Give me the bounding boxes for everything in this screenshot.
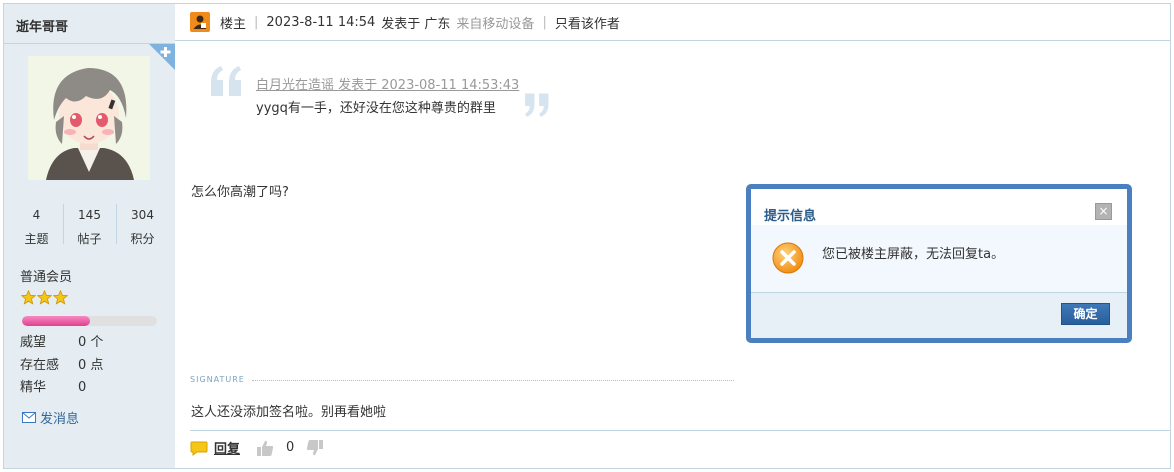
quote-text: yygq有一手，还好没在您这种尊贵的群里 xyxy=(256,101,496,116)
field-presence: 存在感 0 点 xyxy=(20,354,103,373)
error-icon xyxy=(772,242,804,274)
thread-starter-icon xyxy=(190,12,210,32)
field-value: 0 个 xyxy=(78,335,104,350)
post-header: 楼主 | 2023-8-11 14:54 发表于 广东 来自移动设备 | 只看该… xyxy=(175,4,1170,41)
dialog-title: 提示信息 xyxy=(764,209,817,224)
divider: | xyxy=(254,14,259,30)
avatar[interactable] xyxy=(28,56,150,180)
divider: | xyxy=(542,14,547,30)
confirm-button[interactable]: 确定 xyxy=(1061,303,1110,325)
field-key: 存在感 xyxy=(20,358,60,373)
quote-close-icon xyxy=(525,93,549,117)
stat-value: 304 xyxy=(131,208,154,222)
stat-label: 主题 xyxy=(24,232,49,246)
author-sidebar: 逝年哥哥 4 主题 145 帖子 304 积分 普通会员 威望 0 个 存在感 … xyxy=(4,4,175,468)
field-prestige: 威望 0 个 xyxy=(20,331,103,350)
stat-threads[interactable]: 4 主题 xyxy=(10,202,63,248)
rank-stars xyxy=(21,290,68,305)
dialog-footer: 确定 xyxy=(751,292,1127,338)
reply-button[interactable]: 回复 xyxy=(214,438,240,457)
star-icon xyxy=(21,290,36,305)
avatar-image xyxy=(28,56,150,180)
author-name[interactable]: 逝年哥哥 xyxy=(16,16,68,35)
thumbs-down-icon[interactable] xyxy=(306,439,324,457)
dialog-message: 您已被楼主屏蔽，无法回复ta。 xyxy=(822,247,1005,262)
star-icon xyxy=(53,290,68,305)
post-location: 发表于 广东 xyxy=(381,16,451,32)
author-stats: 4 主题 145 帖子 304 积分 xyxy=(10,202,169,248)
comment-bubble-icon xyxy=(190,441,208,456)
level-progress-fill xyxy=(22,316,90,326)
field-digest: 精华 0 xyxy=(20,376,86,395)
quote-source-link[interactable]: 白月光在造谣 发表于 2023-08-11 14:53:43 xyxy=(256,74,519,93)
alert-dialog: 提示信息 × 您已被楼主屏蔽，无法回复ta。 确定 xyxy=(746,184,1132,343)
stat-label: 积分 xyxy=(130,232,155,246)
close-button[interactable]: × xyxy=(1095,203,1112,220)
field-key: 威望 xyxy=(20,335,47,350)
quote-open-icon xyxy=(211,66,241,96)
corner-plus-icon[interactable] xyxy=(149,44,175,70)
send-message-label: 发消息 xyxy=(40,412,80,427)
signature-divider xyxy=(252,380,734,381)
dialog-body: 您已被楼主屏蔽，无法回复ta。 xyxy=(751,225,1127,292)
divider xyxy=(190,430,1171,431)
signature-text: 这人还没添加签名啦。别再看她啦 xyxy=(191,405,387,420)
stat-value: 4 xyxy=(32,208,41,222)
post-content: 怎么你高潮了吗? xyxy=(191,185,289,200)
field-key: 精华 xyxy=(20,380,47,395)
post-time: 2023-8-11 14:54 xyxy=(266,14,376,30)
field-value: 0 xyxy=(78,380,87,395)
like-count: 0 xyxy=(286,440,295,455)
signature-label: SIGNATURE xyxy=(190,375,245,384)
envelope-icon xyxy=(22,412,36,423)
post-actions: 回复 0 xyxy=(190,438,324,457)
stat-value: 145 xyxy=(78,208,101,222)
level-progress-bar xyxy=(22,316,157,326)
post-device: 来自移动设备 xyxy=(456,16,535,32)
only-author-link[interactable]: 只看该作者 xyxy=(555,13,620,32)
send-message-link[interactable]: 发消息 xyxy=(22,408,79,427)
role-label: 楼主 xyxy=(220,16,247,32)
thumbs-up-icon[interactable] xyxy=(256,439,274,457)
stat-label: 帖子 xyxy=(77,232,102,246)
stat-posts[interactable]: 145 帖子 xyxy=(63,202,116,248)
stat-points[interactable]: 304 积分 xyxy=(116,202,169,248)
field-value: 0 点 xyxy=(78,358,104,373)
user-group[interactable]: 普通会员 xyxy=(20,266,72,285)
star-icon xyxy=(37,290,52,305)
